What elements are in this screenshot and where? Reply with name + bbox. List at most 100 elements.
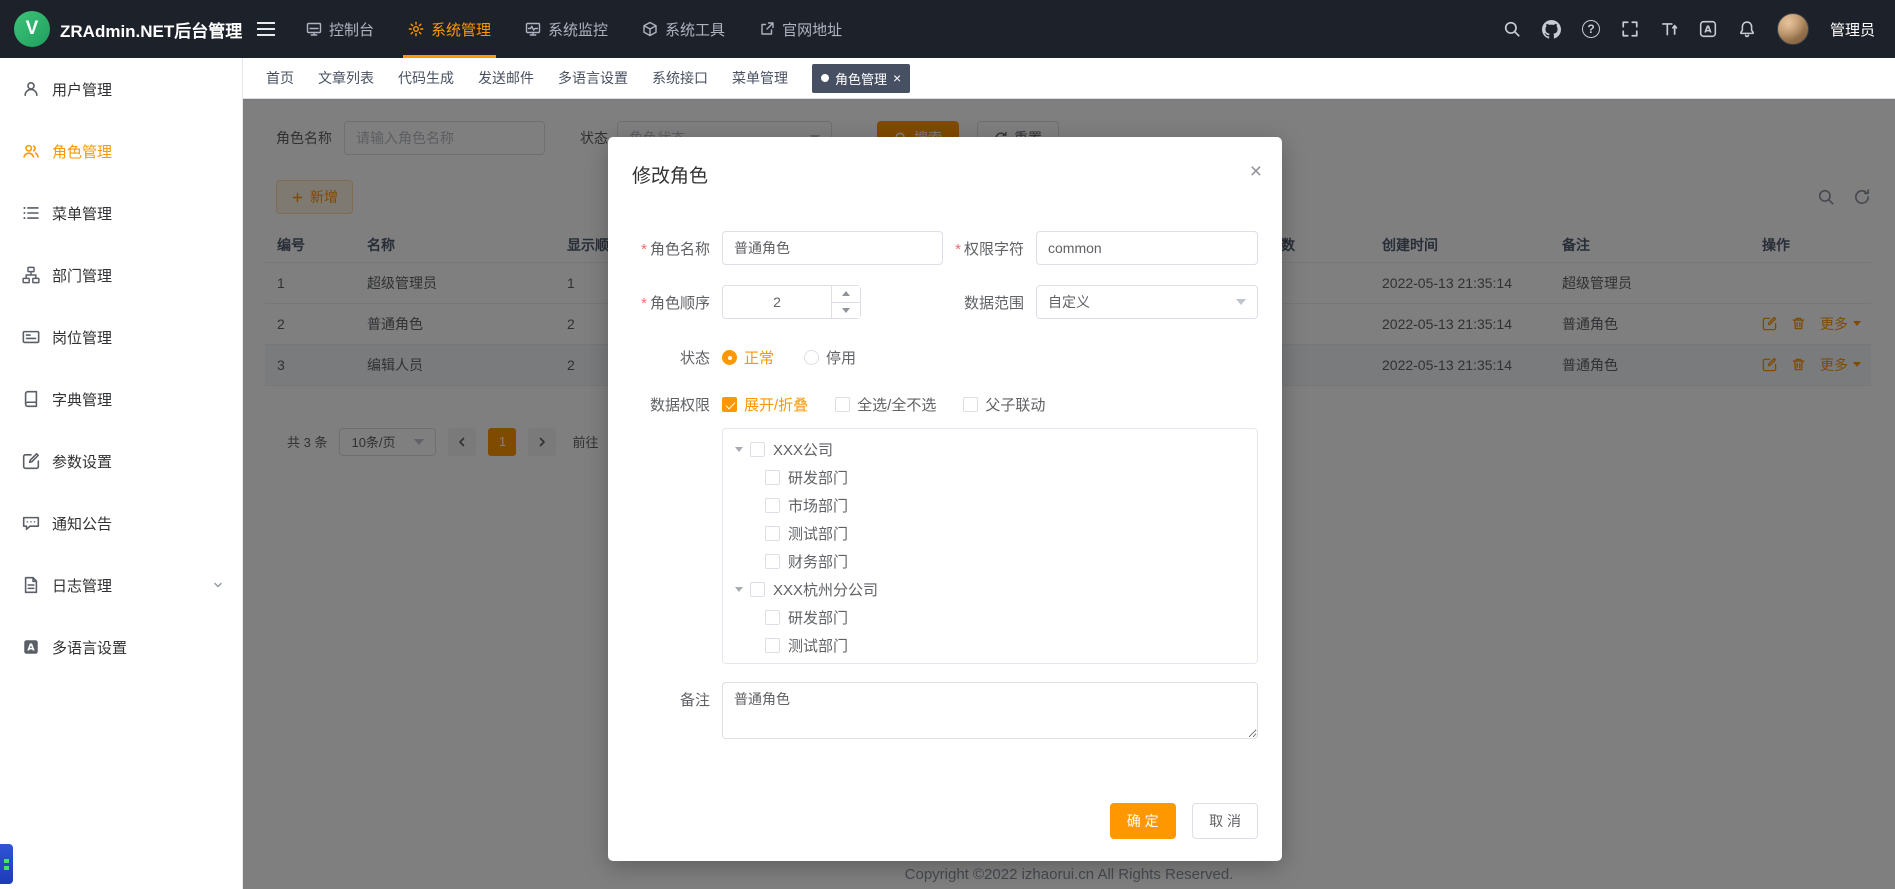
tree-node[interactable]: 研发部门 xyxy=(723,603,1257,631)
tree-node-checkbox[interactable] xyxy=(765,526,780,541)
translate-icon: A xyxy=(22,638,40,656)
tree-node[interactable]: 市场部门 xyxy=(723,491,1257,519)
sidebar-item-label: 岗位管理 xyxy=(52,327,112,348)
tab-i18n-settings[interactable]: 多语言设置 xyxy=(558,68,628,88)
dialog-close-icon[interactable] xyxy=(1250,161,1262,182)
confirm-button[interactable]: 确 定 xyxy=(1110,803,1176,839)
status-radio-disabled[interactable]: 停用 xyxy=(804,347,856,368)
sidebar-item-param-settings[interactable]: 参数设置 xyxy=(0,430,242,492)
tree-node-checkbox[interactable] xyxy=(765,470,780,485)
dialog-title: 修改角色 xyxy=(632,166,708,187)
cancel-button[interactable]: 取 消 xyxy=(1192,803,1258,839)
tree-node[interactable]: 测试部门 xyxy=(723,631,1257,659)
app-title: ZRAdmin.NET后台管理 xyxy=(60,17,242,42)
dialog-perm-char-input[interactable] xyxy=(1036,231,1258,265)
tree-node-checkbox[interactable] xyxy=(765,638,780,653)
nav-label: 系统管理 xyxy=(431,19,491,40)
tab-role-management[interactable]: 角色管理 xyxy=(812,64,910,93)
username-label[interactable]: 管理员 xyxy=(1830,19,1875,40)
tree-node-checkbox[interactable] xyxy=(750,442,765,457)
tree-expand-icon[interactable] xyxy=(735,587,743,592)
tree-node-checkbox[interactable] xyxy=(765,498,780,513)
sidebar-item-menu-management[interactable]: 菜单管理 xyxy=(0,182,242,244)
sidebar-item-user-management[interactable]: 用户管理 xyxy=(0,58,242,120)
data-scope-value: 自定义 xyxy=(1048,292,1090,312)
user-icon xyxy=(22,80,40,98)
tools-icon xyxy=(642,21,658,37)
sidebar-item-label: 用户管理 xyxy=(52,79,112,100)
tab-system-api[interactable]: 系统接口 xyxy=(652,68,708,88)
sidebar-item-log-management[interactable]: 日志管理 xyxy=(0,554,242,616)
bell-icon[interactable] xyxy=(1738,20,1756,38)
monitor-icon xyxy=(525,21,541,37)
topbar: V ZRAdmin.NET后台管理 控制台 系统管理 系统监控 系统工具 xyxy=(0,0,1895,58)
tab-code-gen[interactable]: 代码生成 xyxy=(398,68,454,88)
nav-item-system-management[interactable]: 系统管理 xyxy=(391,0,508,58)
tags-view: 首页 文章列表 代码生成 发送邮件 多语言设置 系统接口 菜单管理 角色管理 xyxy=(243,58,1895,99)
nav-item-system-tools[interactable]: 系统工具 xyxy=(625,0,742,58)
tab-article-list[interactable]: 文章列表 xyxy=(318,68,374,88)
tab-home[interactable]: 首页 xyxy=(266,68,294,88)
tab-menu-management[interactable]: 菜单管理 xyxy=(732,68,788,88)
tree-expand-icon[interactable] xyxy=(735,447,743,452)
sidebar-item-label: 部门管理 xyxy=(52,265,112,286)
tree-node[interactable]: 财务部门 xyxy=(723,547,1257,575)
floating-widget[interactable] xyxy=(0,844,13,884)
data-perm-field-label: 数据权限 xyxy=(608,394,722,415)
role-order-stepper[interactable] xyxy=(722,285,861,319)
sidebar-item-dict-management[interactable]: 字典管理 xyxy=(0,368,242,430)
tree-node-checkbox[interactable] xyxy=(750,582,765,597)
close-icon[interactable] xyxy=(893,71,901,85)
tree-node[interactable]: 测试部门 xyxy=(723,519,1257,547)
sidebar-item-notice[interactable]: 通知公告 xyxy=(0,492,242,554)
console-icon xyxy=(306,21,322,37)
tree-node[interactable]: XXX杭州分公司 xyxy=(723,575,1257,603)
sidebar-item-post-management[interactable]: 岗位管理 xyxy=(0,306,242,368)
edit-square-icon xyxy=(22,452,40,470)
tree-node-checkbox[interactable] xyxy=(765,610,780,625)
perm-char-field-label: *权限字符 xyxy=(943,238,1036,259)
decrease-button[interactable] xyxy=(832,302,860,319)
remark-textarea[interactable]: 普通角色 xyxy=(722,682,1258,739)
document-icon xyxy=(22,576,40,594)
user-avatar[interactable] xyxy=(1777,13,1809,45)
sidebar-item-dept-management[interactable]: 部门管理 xyxy=(0,244,242,306)
dialog-header: 修改角色 xyxy=(608,137,1282,188)
help-icon[interactable] xyxy=(1582,20,1600,38)
sidebar-item-role-management[interactable]: 角色管理 xyxy=(0,120,242,182)
tab-send-mail[interactable]: 发送邮件 xyxy=(478,68,534,88)
status-radio-normal[interactable]: 正常 xyxy=(722,347,774,368)
sidebar-item-label: 多语言设置 xyxy=(52,637,127,658)
nav-item-system-monitor[interactable]: 系统监控 xyxy=(508,0,625,58)
fullscreen-icon[interactable] xyxy=(1621,20,1639,38)
tree-node-checkbox[interactable] xyxy=(765,554,780,569)
parent-child-link-checkbox[interactable]: 父子联动 xyxy=(963,394,1045,415)
role-name-field-label: *角色名称 xyxy=(608,238,722,259)
nav-item-console[interactable]: 控制台 xyxy=(289,0,391,58)
font-size-icon[interactable] xyxy=(1660,20,1678,38)
tree-node[interactable]: 研发部门 xyxy=(723,463,1257,491)
sidebar-item-label: 菜单管理 xyxy=(52,203,112,224)
chevron-down-icon xyxy=(1236,299,1246,305)
dialog-footer: 确 定 取 消 xyxy=(608,803,1282,839)
org-tree-icon xyxy=(22,266,40,284)
active-tab-dot xyxy=(821,74,829,82)
remark-field-label: 备注 xyxy=(608,682,722,710)
expand-collapse-checkbox[interactable]: 展开/折叠 xyxy=(722,394,808,415)
increase-button[interactable] xyxy=(832,286,860,302)
search-icon[interactable] xyxy=(1503,20,1521,38)
book-icon xyxy=(22,390,40,408)
tree-node[interactable]: XXX公司 xyxy=(723,435,1257,463)
hamburger-menu-icon[interactable] xyxy=(243,0,289,58)
app-logo[interactable]: V ZRAdmin.NET后台管理 xyxy=(0,11,243,47)
sidebar-item-i18n-settings[interactable]: A 多语言设置 xyxy=(0,616,242,678)
data-scope-select[interactable]: 自定义 xyxy=(1036,285,1258,319)
select-all-checkbox[interactable]: 全选/全不选 xyxy=(835,394,936,415)
github-icon[interactable] xyxy=(1542,20,1561,39)
sidebar: 用户管理 角色管理 菜单管理 部门管理 岗位管理 字典管理 参数设置 通知公告 xyxy=(0,58,243,889)
edit-role-dialog: 修改角色 *角色名称 *权限字符 *角色顺序 xyxy=(608,137,1282,861)
language-icon[interactable]: A xyxy=(1699,20,1717,38)
nav-item-official-site[interactable]: 官网地址 xyxy=(742,0,859,58)
dialog-role-name-input[interactable] xyxy=(722,231,943,265)
permission-tree: XXX公司 研发部门 市场部门 测试部门 财务部门 XXX杭州分公司 研发部门 … xyxy=(722,428,1258,664)
